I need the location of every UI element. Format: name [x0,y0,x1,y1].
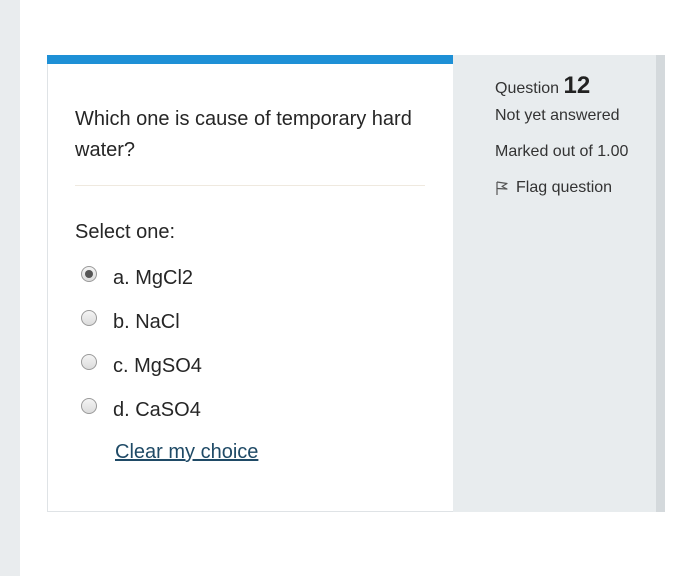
question-number-label: Question 12 [495,72,590,100]
accent-bar [47,55,454,64]
answer-label-b[interactable]: b. NaCl [113,311,180,334]
answer-label-a[interactable]: a. MgCl2 [113,267,193,290]
radio-button-d[interactable] [81,398,97,414]
select-prompt: Select one: [75,221,176,243]
radio-button-a[interactable] [81,266,97,282]
question-word: Question [495,80,560,97]
question-card: Which one is cause of temporary hard wat… [47,55,454,512]
divider [75,185,425,186]
question-number: 12 [563,72,591,99]
answer-options: a. MgCl2 b. NaCl c. MgSO4 d. CaSO4 [81,255,202,431]
radio-button-b[interactable] [81,310,97,326]
radio-button-c[interactable] [81,354,97,370]
answer-option-c[interactable]: c. MgSO4 [81,343,202,387]
answer-label-d[interactable]: d. CaSO4 [113,399,201,422]
clear-choice-link[interactable]: Clear my choice [115,441,258,464]
answer-option-b[interactable]: b. NaCl [81,299,202,343]
answer-label-c[interactable]: c. MgSO4 [113,355,202,378]
flag-icon [496,181,508,195]
flag-question-button[interactable]: Flag question [495,179,612,197]
flag-question-label[interactable]: Flag question [516,179,612,197]
left-rail [0,0,20,576]
answer-option-a[interactable]: a. MgCl2 [81,255,202,299]
radio-dot [85,270,93,278]
question-text: Which one is cause of temporary hard wat… [75,108,412,161]
answer-option-d[interactable]: d. CaSO4 [81,387,202,431]
answer-status: Not yet answered [495,107,620,124]
marks-info: Marked out of 1.00 [495,143,629,160]
question-info-panel: Question 12 Not yet answered Marked out … [453,55,665,512]
